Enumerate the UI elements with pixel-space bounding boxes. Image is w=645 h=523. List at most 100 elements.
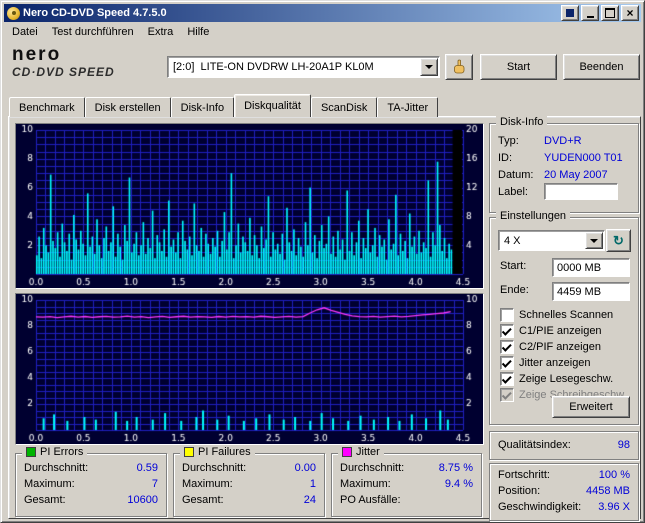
refresh-icon: ↻ — [613, 232, 624, 248]
gesamt-label: Gesamt: — [24, 494, 66, 506]
erweitert-button[interactable]: Erweitert — [552, 396, 630, 418]
stat-row: PO Ausfälle: — [332, 492, 481, 508]
checkbox-box — [500, 356, 514, 370]
checkbox-zeige-lesegeschw[interactable]: Zeige Lesegeschw. — [500, 372, 613, 386]
close-button[interactable]: × — [621, 5, 639, 21]
datum-label: Datum: — [498, 168, 534, 181]
progress-row: Position: 4458 MB — [490, 483, 638, 499]
pi-errors-swatch — [26, 447, 36, 457]
maximum-value: 7 — [151, 478, 158, 490]
check-icon — [501, 341, 512, 352]
maximum-label: Maximum: — [340, 478, 391, 490]
tab-disk-erstellen[interactable]: Disk erstellen — [84, 97, 171, 117]
app-icon — [7, 6, 20, 20]
checkbox-box — [500, 388, 514, 402]
check-icon — [501, 389, 512, 400]
tab-ta-jitter[interactable]: TA-Jitter — [377, 97, 439, 117]
gesamt-value: 24 — [303, 494, 316, 506]
speed-select[interactable]: 4 X — [498, 230, 605, 251]
tab-benchmark[interactable]: Benchmark — [9, 97, 85, 117]
drive-select-arrow-button[interactable] — [420, 58, 438, 76]
beenden-button[interactable]: Beenden — [563, 54, 640, 80]
pif-jitter-chart-canvas — [15, 293, 484, 445]
jitter-title: Jitter — [356, 446, 380, 458]
pi-errors-legend: PI Errors — [22, 446, 88, 458]
check-icon — [501, 357, 512, 368]
pi-failures-legend: PI Failures — [180, 446, 255, 458]
start-button[interactable]: Start — [480, 54, 557, 80]
titlebar-extra-button[interactable] — [561, 5, 579, 21]
check-icon — [501, 373, 512, 384]
maximum-value: 9.4 % — [444, 478, 473, 490]
stat-row: Maximum: 7 — [16, 476, 166, 492]
titlebar[interactable]: Nero CD-DVD Speed 4.7.5.0 × — [4, 4, 641, 22]
checkbox-box — [500, 340, 514, 354]
drive-select-value: [2:0] LITE-ON DVDRW LH-20A1P KL0M — [173, 61, 374, 73]
checkbox-box — [500, 372, 514, 386]
pi-errors-stats-group: PI Errors Durchschnitt: 0.59 Maximum: 7 Ge… — [15, 446, 167, 517]
tab-scandisk[interactable]: ScanDisk — [310, 97, 378, 117]
stat-row: Maximum: 9.4 % — [332, 476, 481, 492]
pi-failures-swatch — [184, 447, 194, 457]
position-label: Position: — [498, 485, 541, 497]
tabstrip: Benchmark Disk erstellen Disk-Info Diskq… — [9, 94, 439, 117]
stat-row: Maximum: 1 — [174, 476, 324, 492]
disk-info-group: Disk-Info Typ: DVD+R ID: YUDEN000 T01 Da… — [489, 116, 639, 213]
pi-failures-stats-group: PI Failures Durchschnitt: 0.00 Maximum: 1 … — [173, 446, 325, 517]
pi-errors-title: PI Errors — [40, 446, 84, 458]
checkbox-schnelles-scannen[interactable]: Schnelles Scannen — [500, 308, 613, 322]
menu-item-datei[interactable]: Datei — [5, 24, 45, 40]
label-field[interactable] — [544, 183, 618, 200]
durchschnitt-label: Durchschnitt: — [24, 462, 89, 474]
refresh-button[interactable]: ↻ — [606, 229, 631, 252]
checkbox-jitter-anzeigen[interactable]: Jitter anzeigen — [500, 356, 591, 370]
tab-diskqualitaet[interactable]: Diskqualität — [234, 94, 311, 117]
disk-info-row-datum: Datum: 20 May 2007 — [490, 166, 638, 183]
checkbox-c1-pie-anzeigen[interactable]: C1/PIE anzeigen — [500, 324, 602, 338]
datum-value: 20 May 2007 — [544, 168, 608, 181]
menu-item-extra[interactable]: Extra — [141, 24, 181, 40]
disk-info-row-id: ID: YUDEN000 T01 — [490, 149, 638, 166]
header: nero CD·DVD SPEED [2:0] LITE-ON DVDRW LH… — [4, 41, 641, 91]
quality-index-row: Qualitätsindex: 98 — [490, 432, 638, 457]
ende-field[interactable]: 4459 MB — [552, 282, 630, 301]
durchschnitt-label: Durchschnitt: — [340, 462, 405, 474]
menu-item-hilfe[interactable]: Hilfe — [180, 24, 216, 40]
app-window: Nero CD-DVD Speed 4.7.5.0 × Datei Test d… — [0, 0, 645, 523]
checkbox-c2-pif-anzeigen[interactable]: C2/PIF anzeigen — [500, 340, 601, 354]
disk-info-row-typ: Typ: DVD+R — [490, 132, 638, 149]
checkbox-box — [500, 308, 514, 322]
chevron-down-icon — [425, 65, 433, 69]
stat-row: Gesamt: 10600 — [16, 492, 166, 508]
jitter-swatch — [342, 447, 352, 457]
id-value: YUDEN000 T01 — [544, 151, 623, 164]
quality-index-value: 98 — [617, 438, 630, 451]
label-label: Label: — [498, 185, 528, 198]
settings-title: Einstellungen — [496, 210, 571, 222]
maximize-icon — [605, 8, 615, 18]
stat-row: Gesamt: 24 — [174, 492, 324, 508]
pi-errors-chart-canvas — [15, 123, 484, 289]
gesamt-value: 10600 — [127, 494, 158, 506]
tab-disk-info[interactable]: Disk-Info — [170, 97, 235, 117]
logo-subtitle: CD·DVD SPEED — [12, 65, 115, 79]
checkbox-label: Jitter anzeigen — [519, 357, 591, 369]
geschwindigkeit-value: 3.96 X — [598, 501, 630, 513]
fortschritt-value: 100 % — [598, 469, 630, 481]
drive-select[interactable]: [2:0] LITE-ON DVDRW LH-20A1P KL0M — [167, 56, 440, 78]
speed-select-arrow-button[interactable] — [585, 232, 603, 249]
jitter-legend: Jitter — [338, 446, 384, 458]
disk-info-row-label: Label: — [490, 183, 638, 200]
maximize-button[interactable] — [601, 5, 619, 21]
menu-item-test-durchfuehren[interactable]: Test durchführen — [45, 24, 141, 40]
minimize-button[interactable] — [581, 5, 599, 21]
geschwindigkeit-label: Geschwindigkeit: — [498, 501, 582, 513]
fortschritt-label: Fortschritt: — [498, 469, 550, 481]
minimize-icon — [586, 15, 594, 18]
hand-button[interactable] — [445, 54, 473, 80]
start-field[interactable]: 0000 MB — [552, 258, 630, 277]
checkbox-label: Schnelles Scannen — [519, 309, 614, 321]
window-title: Nero CD-DVD Speed 4.7.5.0 — [23, 7, 167, 19]
nero-logo: nero CD·DVD SPEED — [12, 45, 162, 80]
durchschnitt-value: 0.59 — [136, 462, 158, 474]
